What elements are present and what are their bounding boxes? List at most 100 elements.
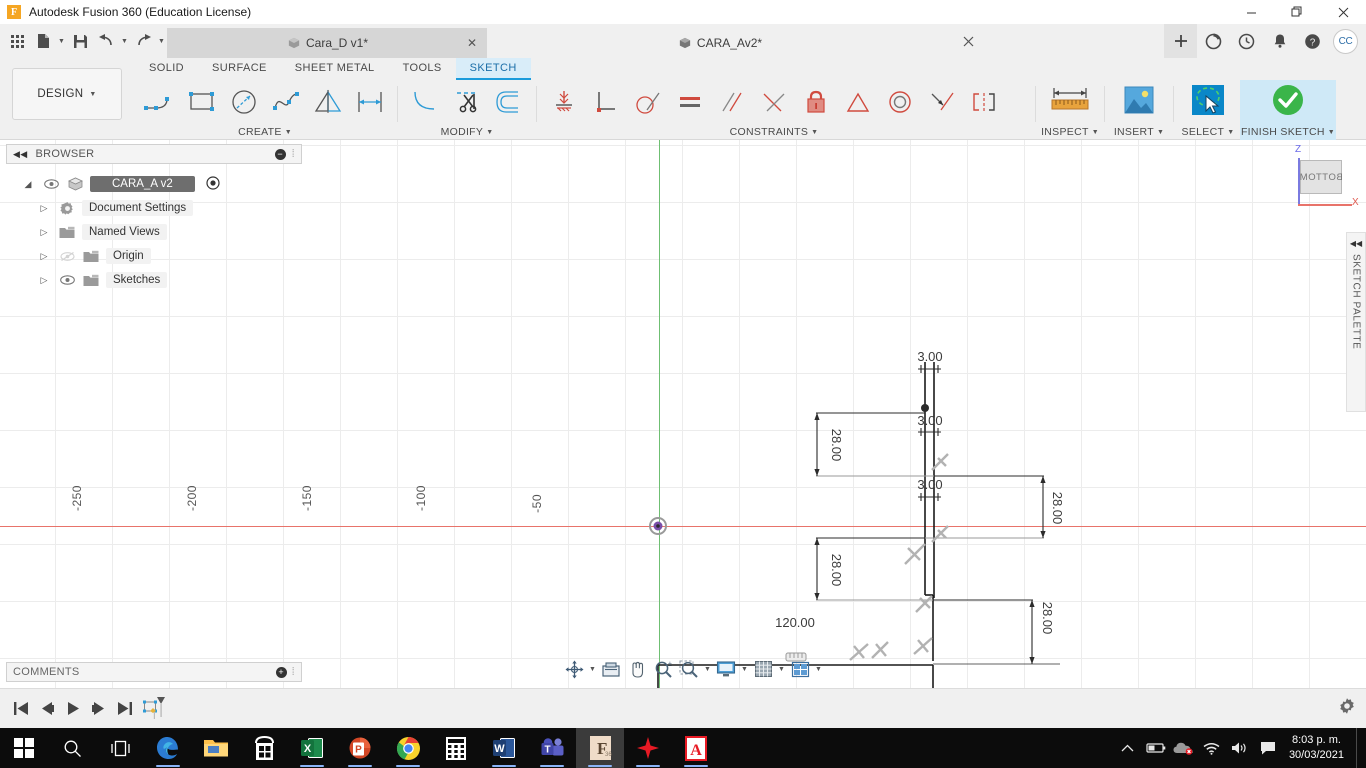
powerpoint-app[interactable]: P	[336, 728, 384, 768]
minimize-button[interactable]	[1228, 0, 1274, 24]
document-tab-cara-d[interactable]: Cara_D v1* ✕	[167, 28, 487, 58]
new-document-caret-icon[interactable]: ▼	[56, 27, 67, 55]
document-tab-cara-a[interactable]: CARA_Av2*	[487, 28, 952, 58]
grid-snap-icon[interactable]	[750, 657, 776, 681]
undo-caret-icon[interactable]: ▼	[119, 27, 130, 55]
activate-component-icon[interactable]	[206, 175, 220, 193]
dimension-text-4[interactable]: 28.00	[1050, 492, 1065, 525]
task-view-button[interactable]	[96, 728, 144, 768]
expander-icon[interactable]: ▷	[36, 251, 52, 262]
minimize-circle-icon[interactable]: −	[274, 148, 286, 160]
new-document-icon[interactable]	[30, 27, 56, 55]
grid-snap-caret-icon[interactable]: ▼	[776, 657, 787, 681]
workspace-selector[interactable]: DESIGN ▼	[12, 68, 122, 120]
visibility-eye-off-icon[interactable]	[58, 251, 76, 262]
tab-sheet-metal[interactable]: SHEET METAL	[281, 58, 389, 80]
collapse-left-icon[interactable]: ◀◀	[13, 149, 27, 160]
inspect-button[interactable]: INSPECT ▼	[1038, 80, 1102, 140]
panel-modify-label[interactable]: MODIFY ▼	[441, 124, 494, 140]
tree-node-named-views[interactable]: ▷ Named Views	[6, 220, 302, 244]
pan-icon[interactable]	[624, 657, 650, 681]
user-avatar[interactable]: CC	[1333, 28, 1358, 54]
rectangle-icon[interactable]	[181, 81, 223, 123]
symmetry-constraint-icon[interactable]	[963, 81, 1005, 123]
expander-icon[interactable]: ▷	[36, 203, 52, 214]
dimension-text-7[interactable]: 120.00	[775, 615, 815, 630]
fillet-icon[interactable]	[404, 81, 446, 123]
file-explorer-app[interactable]	[192, 728, 240, 768]
tangent-constraint-icon[interactable]	[627, 81, 669, 123]
dimension-text-1[interactable]: 3.00	[917, 413, 942, 428]
timeline-settings-icon[interactable]	[1338, 697, 1356, 720]
offset-icon[interactable]	[488, 81, 530, 123]
step-back-icon[interactable]	[34, 694, 60, 724]
zoom-window-caret-icon[interactable]: ▼	[702, 657, 713, 681]
comments-resize-handle[interactable]: ⁞	[292, 666, 295, 678]
fix-lock-icon[interactable]	[795, 81, 837, 123]
go-to-beginning-icon[interactable]	[8, 694, 34, 724]
equal-constraint-icon[interactable]	[669, 81, 711, 123]
look-at-icon[interactable]	[598, 657, 624, 681]
taskbar-clock[interactable]: 8:03 p. m. 30/03/2021	[1283, 733, 1354, 763]
viewports-icon[interactable]	[787, 657, 813, 681]
panel-constraints-label[interactable]: CONSTRAINTS ▼	[730, 124, 819, 140]
dimension-text-2[interactable]: 3.00	[917, 477, 942, 492]
redo-caret-icon[interactable]: ▼	[156, 27, 167, 55]
dimension-text-3[interactable]: 28.00	[829, 429, 844, 462]
excel-app[interactable]: X	[288, 728, 336, 768]
dimension-text-0[interactable]: 3.00	[917, 349, 942, 364]
tab-solid[interactable]: SOLID	[135, 58, 198, 80]
onedrive-error-icon[interactable]	[1171, 728, 1197, 768]
comments-panel[interactable]: COMMENTS + ⁞	[6, 662, 302, 682]
orbit-icon[interactable]	[561, 657, 587, 681]
line-icon[interactable]	[139, 81, 181, 123]
edge-app[interactable]	[144, 728, 192, 768]
antivirus-app[interactable]	[624, 728, 672, 768]
viewports-caret-icon[interactable]: ▼	[813, 657, 824, 681]
tab-sketch[interactable]: SKETCH	[455, 58, 531, 80]
search-button[interactable]	[48, 728, 96, 768]
dimension-text-5[interactable]: 28.00	[829, 554, 844, 587]
mirror-icon[interactable]	[307, 81, 349, 123]
zoom-window-icon[interactable]	[676, 657, 702, 681]
battery-icon[interactable]	[1143, 728, 1169, 768]
tree-node-cara-a[interactable]: ◢ CARA_A v2	[6, 172, 302, 196]
expander-icon[interactable]: ▷	[36, 275, 52, 286]
close-active-tab-icon[interactable]	[952, 24, 985, 58]
collapse-right-icon[interactable]: ◀◀	[1350, 239, 1362, 248]
view-cube[interactable]: Z X BOTTOM	[1284, 144, 1359, 214]
tab-tools[interactable]: TOOLS	[389, 58, 456, 80]
panel-create-label[interactable]: CREATE ▼	[238, 124, 292, 140]
word-app[interactable]: W	[480, 728, 528, 768]
tab-surface[interactable]: SURFACE	[198, 58, 281, 80]
microsoft-store-app[interactable]	[240, 728, 288, 768]
insert-button[interactable]: INSERT ▼	[1107, 80, 1171, 140]
close-button[interactable]	[1320, 0, 1366, 24]
calculator-app[interactable]	[432, 728, 480, 768]
action-center-icon[interactable]	[1255, 728, 1281, 768]
visibility-eye-icon[interactable]	[58, 275, 76, 285]
orbit-caret-icon[interactable]: ▼	[587, 657, 598, 681]
apps-grid-icon[interactable]	[4, 27, 30, 55]
show-desktop-button[interactable]	[1356, 728, 1362, 768]
midpoint-constraint-icon[interactable]	[837, 81, 879, 123]
horizontal-vertical-constraint-icon[interactable]	[543, 81, 585, 123]
expander-icon[interactable]: ◢	[20, 179, 36, 190]
save-icon[interactable]	[67, 27, 93, 55]
perpendicular-constraint-icon[interactable]	[585, 81, 627, 123]
sketch-canvas[interactable]: -250 -200 -150 -100 -50 3.00 3.00 3.00 2…	[0, 140, 1366, 688]
tree-node-document-settings[interactable]: ▷ Document Settings	[6, 196, 302, 220]
wifi-icon[interactable]	[1199, 728, 1225, 768]
display-settings-caret-icon[interactable]: ▼	[739, 657, 750, 681]
sketch-palette-panel[interactable]: ◀◀ SKETCH PALETTE	[1346, 232, 1366, 412]
visibility-eye-icon[interactable]	[42, 179, 60, 189]
volume-icon[interactable]	[1227, 728, 1253, 768]
finish-sketch-button[interactable]: FINISH SKETCH ▼	[1240, 80, 1336, 140]
maximize-button[interactable]	[1274, 0, 1320, 24]
view-cube-face[interactable]: BOTTOM	[1299, 160, 1343, 194]
spline-icon[interactable]	[265, 81, 307, 123]
show-hidden-icons[interactable]	[1115, 728, 1141, 768]
bell-icon[interactable]	[1263, 24, 1296, 58]
chrome-app[interactable]	[384, 728, 432, 768]
recent-icon[interactable]	[1230, 24, 1263, 58]
